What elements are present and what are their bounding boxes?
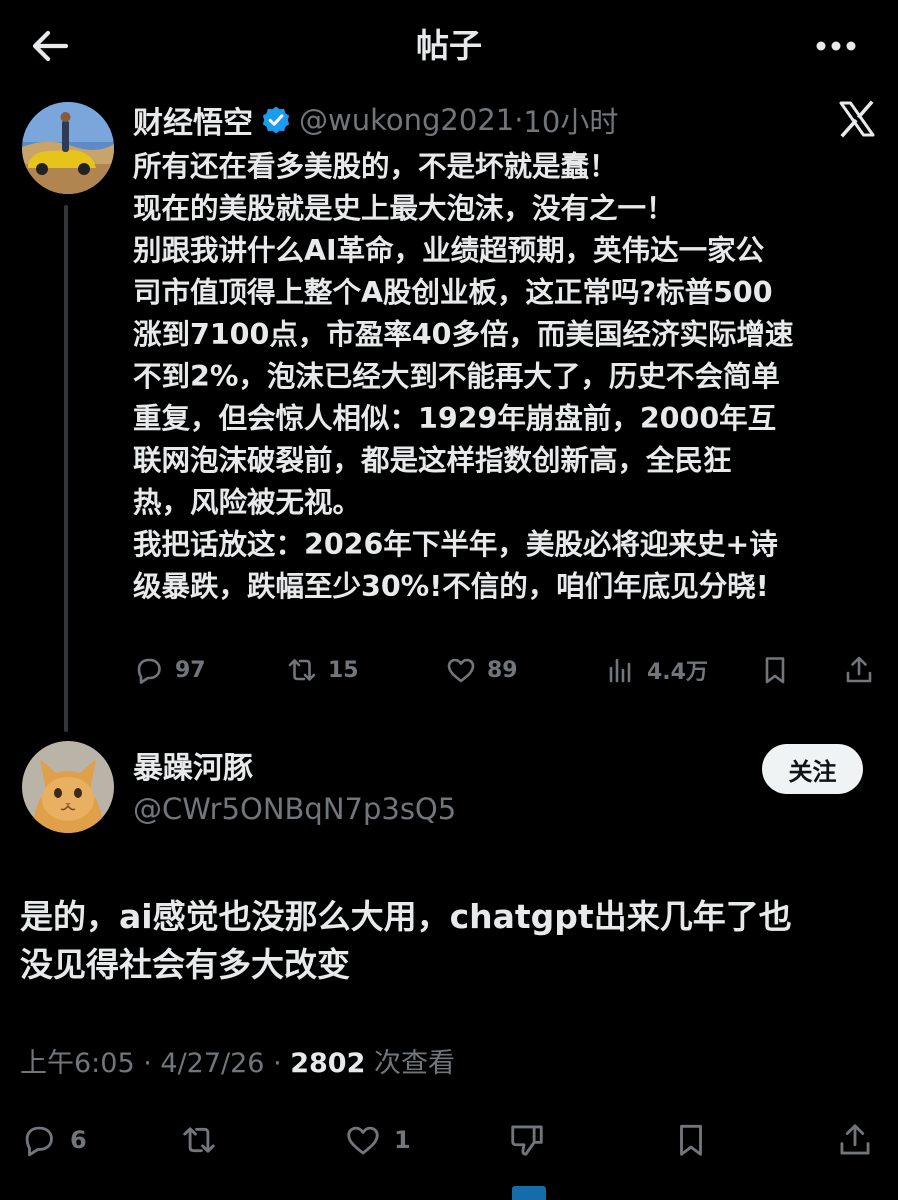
share-button[interactable]	[836, 1116, 886, 1164]
thumbs-down-icon	[511, 1125, 543, 1156]
views-icon	[609, 658, 631, 683]
thread-line	[64, 205, 68, 732]
reply-views-label: 次查看	[373, 1048, 455, 1079]
tweet-text-line: 司市值顶得上整个A股创业板，这正常吗?标普500	[133, 276, 773, 309]
follow-button[interactable]: 关注	[762, 744, 863, 794]
tweet-text-line: 涨到7100点，市盈率40多倍，而美国经济实际增速	[133, 318, 794, 351]
meta-separator: ·	[514, 103, 524, 137]
bookmark-button[interactable]	[672, 1116, 722, 1164]
bookmark-button[interactable]	[759, 650, 801, 690]
reply-button[interactable]: 6	[20, 1116, 87, 1164]
reply-author-handle[interactable]: @CWr5ONBqN7p3sQ5	[133, 789, 456, 829]
tweet-text-line: 热，风险被无视。	[133, 486, 362, 519]
tweet-text-line: 级暴跌，跌幅至少30%!不信的，咱们年底见分晓!	[133, 570, 769, 603]
reply-time: 上午6:05	[20, 1048, 135, 1079]
reply-date: 4/27/26	[160, 1048, 265, 1079]
tweet-header: 财经悟空 @wukong2021 · 10小时	[133, 98, 619, 142]
views-button[interactable]: 4.4万	[605, 650, 708, 690]
tweet-actions: 97 15 89 4.4万	[133, 650, 878, 690]
repost-button[interactable]: 15	[286, 650, 359, 690]
reply-count: 6	[70, 1126, 87, 1154]
heart-icon	[447, 658, 475, 683]
avatar[interactable]	[22, 741, 114, 833]
reply-text-line: 是的，ai感觉也没那么大用，chatgpt出来几年了也	[20, 897, 792, 936]
reply-author-name[interactable]: 暴躁河豚	[133, 749, 253, 789]
bookmark-icon	[765, 657, 785, 684]
repost-icon	[288, 659, 316, 681]
reply-button[interactable]: 97	[133, 650, 206, 690]
like-count: 1	[394, 1126, 411, 1154]
repost-icon	[183, 1127, 215, 1153]
more-icon[interactable]	[808, 22, 864, 70]
page-title: 帖子	[416, 26, 482, 65]
share-button[interactable]	[843, 650, 885, 690]
reply-icon	[137, 658, 161, 684]
scroll-indicator	[512, 1186, 546, 1200]
bookmark-icon	[680, 1124, 702, 1156]
author-name[interactable]: 财经悟空	[133, 98, 253, 142]
tweet-text: 所有还在看多美股的，不是坏就是蠢！ 现在的美股就是史上最大泡沫，没有之一！ 别跟…	[133, 146, 883, 608]
like-count: 89	[487, 657, 518, 683]
verified-badge-icon	[262, 106, 290, 134]
heart-icon	[347, 1126, 379, 1155]
share-icon	[846, 656, 872, 683]
author-handle[interactable]: @wukong2021	[299, 103, 514, 137]
reply-meta: 上午6:05 · 4/27/26 · 2802 次查看	[20, 1048, 455, 1079]
tweet-text-line: 我把话放这：2026年下半年，美股必将迎来史+诗	[133, 528, 778, 561]
reply-icon	[25, 1126, 53, 1157]
x-logo-icon[interactable]	[838, 100, 876, 138]
reply-count: 97	[175, 657, 206, 683]
tweet-text-line: 不到2%，泡沫已经大到不能再大了，历史不会简单	[133, 360, 780, 393]
avatar[interactable]	[22, 102, 114, 194]
reply-text: 是的，ai感觉也没那么大用，chatgpt出来几年了也 没见得社会有多大改变	[20, 893, 880, 989]
reply-text-line: 没见得社会有多大改变	[20, 945, 350, 984]
tweet-text-line: 现在的美股就是史上最大泡沫，没有之一！	[133, 192, 675, 225]
repost-count: 15	[328, 657, 359, 683]
dislike-button[interactable]	[508, 1116, 558, 1164]
tweet-text-line: 联网泡沫破裂前，都是这样指数创新高，全民狂	[133, 444, 732, 477]
like-button[interactable]: 1	[344, 1116, 411, 1164]
tweet-text-line: 所有还在看多美股的，不是坏就是蠢！	[133, 150, 618, 183]
tweet-text-line: 重复，但会惊人相似：1929年崩盘前，2000年互	[133, 402, 777, 435]
tweet-time: 10小时	[523, 105, 619, 139]
reply-actions: 6 1	[0, 1116, 898, 1164]
like-button[interactable]: 89	[445, 650, 518, 690]
reply-view-count: 2802	[290, 1048, 366, 1079]
tweet-text-line: 别跟我讲什么AI革命，业绩超预期，英伟达一家公	[133, 234, 765, 267]
share-icon	[840, 1124, 870, 1155]
repost-button[interactable]	[180, 1116, 230, 1164]
views-count: 4.4万	[647, 660, 708, 685]
